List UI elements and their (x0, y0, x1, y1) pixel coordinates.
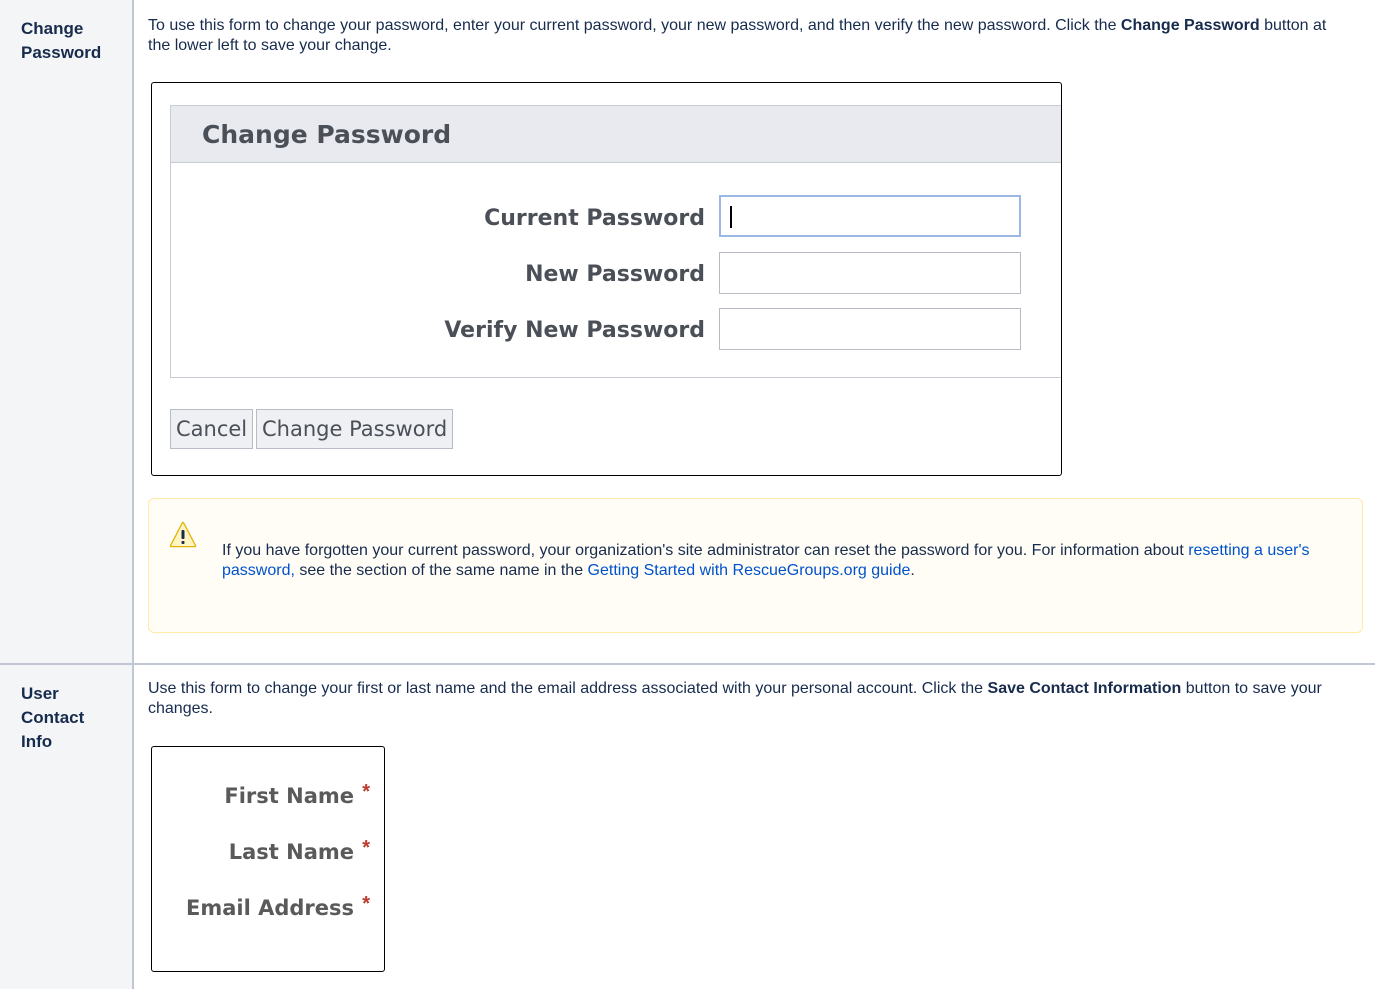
section-description: To use this form to change your password… (148, 16, 1348, 56)
warning-panel: If you have forgotten your current passw… (148, 498, 1363, 633)
row-heading: User Contact Info (21, 684, 85, 751)
form-header: Change Password (170, 105, 1061, 163)
row-header-cell: User Contact Info (0, 665, 134, 989)
change-password-screenshot: Change Password Current Password New Pas… (151, 82, 1062, 476)
required-marker: * (362, 893, 370, 915)
email-address-label: Email Address (185, 896, 354, 920)
first-name-label: First Name (224, 784, 354, 808)
current-password-label: Current Password (484, 206, 705, 231)
warning-text-part: . (910, 562, 915, 579)
warning-icon (169, 521, 197, 548)
cancel-button[interactable]: Cancel (170, 409, 254, 449)
last-name-label: Last Name (228, 840, 354, 864)
text-caret (730, 206, 732, 228)
contact-info-screenshot: First Name * Last Name * Email Address * (151, 746, 385, 972)
table-row-user-contact-info: User Contact Info Use this form to chang… (0, 663, 1375, 989)
row-header-cell: Change Password (0, 0, 134, 663)
getting-started-guide-link[interactable]: Getting Started with RescueGroups.org gu… (588, 562, 911, 579)
table-row-change-password: Change Password To use this form to chan… (0, 0, 1375, 663)
required-marker: * (362, 781, 370, 803)
required-marker: * (362, 837, 370, 859)
warning-text-part: If you have forgotten your current passw… (222, 542, 1189, 559)
current-password-input[interactable] (719, 195, 1021, 237)
description-bold: Save Contact Information (987, 680, 1182, 697)
description-text: To use this form to change your password… (148, 17, 1121, 34)
new-password-label: New Password (525, 262, 705, 287)
change-password-button[interactable]: Change Password (256, 409, 454, 449)
form-body: Current Password New Password Verify New… (170, 163, 1061, 378)
warning-text-part: see the section of the same name in the (294, 562, 588, 579)
section-description: Use this form to change your first or la… (148, 679, 1348, 719)
warning-text: If you have forgotten your current passw… (222, 541, 1332, 581)
verify-password-label: Verify New Password (444, 318, 705, 343)
row-heading: Change Password (21, 19, 102, 62)
description-bold: Change Password (1120, 17, 1260, 34)
description-text: Use this form to change your first or la… (148, 680, 988, 697)
verify-password-input[interactable] (719, 308, 1021, 350)
form-title: Change Password (202, 120, 452, 149)
new-password-input[interactable] (719, 252, 1021, 294)
